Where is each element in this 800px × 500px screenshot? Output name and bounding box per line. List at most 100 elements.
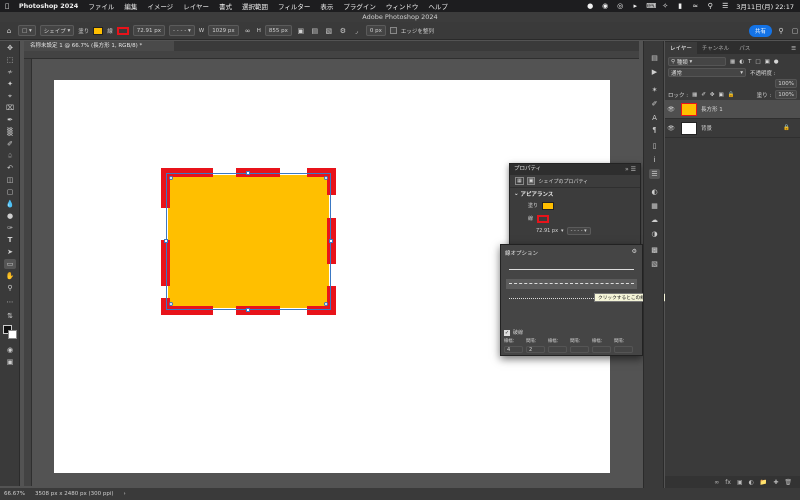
tab-layers[interactable]: レイヤー [665, 42, 697, 54]
layer-row-background[interactable]: 👁 背景 🔒 [665, 119, 800, 138]
filter-smart-icon[interactable]: ▣ [765, 59, 770, 65]
lock-brush-icon[interactable]: ✐ [701, 92, 706, 98]
layer-filter-select[interactable]: ⚲ 種類 ▾ [668, 57, 726, 66]
panel-menu-icon[interactable]: ☰ [787, 44, 800, 54]
quick-mask-icon[interactable]: ◉ [4, 345, 16, 355]
zoom-level[interactable]: 66.67% [4, 491, 25, 497]
pen-tool-icon[interactable]: ✑ [4, 223, 16, 233]
align-edges-checkbox[interactable] [389, 27, 397, 34]
document-tab[interactable]: 名称未設定 1 @ 66.7% (長方形 1, RGB/8) * [24, 41, 174, 51]
layer-name[interactable]: 長方形 1 [701, 105, 723, 113]
menu-edit[interactable]: 編集 [119, 1, 142, 11]
gradient-tool-icon[interactable]: ▢ [4, 187, 16, 197]
adjustment-layer-icon[interactable]: ◐ [749, 479, 754, 486]
zoom-tool-icon[interactable]: ⚲ [4, 283, 16, 293]
swatches-icon[interactable]: ▦ [649, 201, 660, 211]
layer-style-icon[interactable]: fx [725, 479, 731, 486]
dash-input-1[interactable]: 4 [504, 346, 523, 353]
dash-input-2[interactable] [548, 346, 567, 353]
width-input[interactable]: 1029 px [208, 25, 239, 36]
color-icon[interactable]: ◐ [649, 187, 660, 197]
brush-tool-icon[interactable]: ✐ [4, 139, 16, 149]
path-arrangement-icon[interactable]: ▧ [324, 27, 334, 35]
rectangle-shape[interactable] [161, 168, 336, 315]
transform-handle[interactable] [329, 239, 333, 243]
spotlight-icon[interactable]: ⚲ [706, 2, 714, 10]
transform-handle[interactable] [246, 308, 250, 312]
props-stroke-type-select[interactable]: - - - - ▾ [566, 227, 591, 235]
stroke-swatch[interactable] [116, 26, 129, 35]
panel-menu-icon[interactable]: » ☰ [625, 164, 636, 175]
visibility-eye-icon[interactable]: 👁 [665, 106, 677, 113]
filter-type-icon[interactable]: T [748, 59, 751, 65]
properties-icon[interactable]: ☰ [649, 169, 660, 179]
gap-input-3[interactable] [614, 346, 633, 353]
info-icon[interactable]: i [649, 155, 660, 165]
background-color-swatch[interactable] [8, 330, 17, 339]
workspace-icon[interactable]: ▢ [790, 27, 800, 35]
menu-type[interactable]: 書式 [214, 1, 237, 11]
path-selection-tool-icon[interactable]: ➤ [4, 247, 16, 257]
filter-pixel-icon[interactable]: ▦ [730, 59, 735, 65]
document-info[interactable]: 3508 px x 2480 px (300 ppi) [35, 491, 114, 497]
fill-swatch[interactable] [93, 26, 104, 35]
trash-icon[interactable]: 🗑 [784, 479, 792, 486]
history-brush-tool-icon[interactable]: ↶ [4, 163, 16, 173]
tab-paths[interactable]: パス [734, 42, 755, 54]
height-input[interactable]: 855 px [264, 25, 292, 36]
transform-handle[interactable] [324, 302, 328, 306]
adjustments-icon[interactable]: ◑ [649, 229, 660, 239]
transform-handle[interactable] [169, 176, 173, 180]
keyboard-icon[interactable]: ⌨ [646, 2, 656, 10]
gap-input-2[interactable] [570, 346, 589, 353]
menu-image[interactable]: イメージ [142, 1, 178, 11]
fill-input[interactable]: 100% [775, 90, 797, 99]
stroke-style-solid[interactable] [509, 269, 634, 272]
menubar-clock[interactable]: 3月11日(月) 22:17 [736, 1, 794, 11]
brushes-icon[interactable]: ✐ [649, 99, 660, 109]
pixel-properties-icon[interactable]: ▦ [515, 177, 524, 185]
history-icon[interactable]: ▤ [649, 53, 660, 63]
apple-icon[interactable]:  [0, 2, 14, 10]
home-icon[interactable]: ⌂ [4, 27, 14, 35]
dash-input-3[interactable] [592, 346, 611, 353]
menu-layer[interactable]: レイヤー [178, 1, 214, 11]
frame-tool-icon[interactable]: ⌧ [4, 103, 16, 113]
battery-icon[interactable]: ▮ [676, 2, 684, 10]
rectangle-tool-icon[interactable]: ▭ [4, 259, 16, 269]
mask-properties-icon[interactable]: ▣ [526, 177, 536, 185]
control-center-icon[interactable]: ☰ [721, 2, 729, 10]
tool-mode-select[interactable]: シェイプ ▾ [39, 25, 75, 36]
wifi-icon[interactable]: ≈ [691, 2, 699, 10]
menu-view[interactable]: 表示 [315, 1, 338, 11]
corner-radius-input[interactable]: 0 px [365, 25, 386, 36]
menu-window[interactable]: ウィンドウ [381, 1, 424, 11]
patterns-icon[interactable]: ▩ [649, 245, 660, 255]
eraser-tool-icon[interactable]: ◫ [4, 175, 16, 185]
status-icon[interactable]: ◎ [616, 2, 624, 10]
menu-app-name[interactable]: Photoshop 2024 [14, 2, 83, 10]
filter-adjust-icon[interactable]: ◐ [739, 59, 744, 65]
blur-tool-icon[interactable]: 💧 [4, 199, 16, 209]
lock-artboard-icon[interactable]: ▣ [719, 92, 724, 98]
menu-select[interactable]: 選択範囲 [237, 1, 273, 11]
menu-help[interactable]: ヘルプ [423, 1, 453, 11]
stroke-type-select[interactable]: - - - - ▾ [169, 25, 195, 36]
path-operations-icon[interactable]: ▣ [296, 27, 306, 35]
eyedropper-tool-icon[interactable]: ✒ [4, 115, 16, 125]
path-alignment-icon[interactable]: ▤ [310, 27, 320, 35]
props-fill-swatch[interactable] [542, 201, 555, 210]
layer-name[interactable]: 背景 [701, 124, 712, 132]
glyphs-icon[interactable]: ▯ [649, 141, 660, 151]
paragraph-icon[interactable]: ¶ [649, 125, 660, 135]
menu-file[interactable]: ファイル [83, 1, 119, 11]
libraries-icon[interactable]: ☁ [649, 215, 660, 225]
crop-tool-icon[interactable]: ⌖ [4, 91, 16, 101]
marquee-tool-icon[interactable]: ⬚ [4, 55, 16, 65]
sync-icon[interactable]: ◉ [601, 2, 609, 10]
record-icon[interactable]: ▸ [631, 2, 639, 10]
bluetooth-icon[interactable]: ✧ [661, 2, 669, 10]
props-stroke-swatch[interactable] [537, 214, 550, 223]
vertical-ruler[interactable] [24, 59, 32, 486]
clone-stamp-tool-icon[interactable]: ♤ [4, 151, 16, 161]
